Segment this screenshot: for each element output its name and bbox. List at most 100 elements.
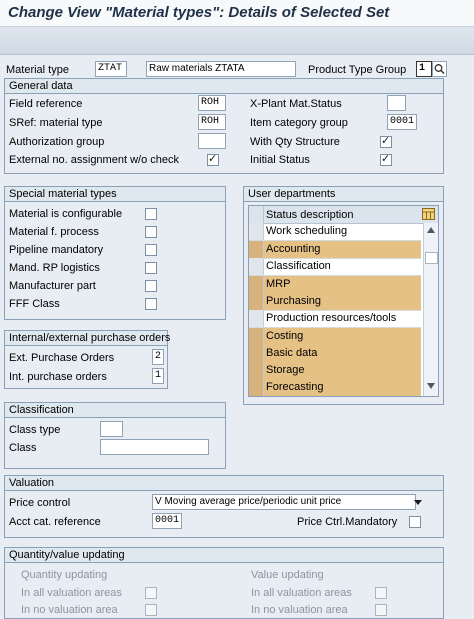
- chevron-down-icon[interactable]: [412, 495, 424, 509]
- table-row[interactable]: Costing: [249, 328, 421, 346]
- material-f-process-checkbox[interactable]: [145, 226, 157, 238]
- class-type-label: Class type: [9, 424, 61, 436]
- row-label: MRP: [266, 278, 291, 290]
- scroll-up-icon[interactable]: [426, 225, 436, 237]
- window-title: Change View "Material types": Details of…: [8, 4, 390, 21]
- special-item-label: Manufacturer part: [9, 280, 96, 292]
- price-ctrl-mandatory-label: Price Ctrl.Mandatory: [297, 516, 398, 528]
- title-bar: Change View "Material types": Details of…: [0, 0, 474, 27]
- authorization-group-label: Authorization group: [9, 136, 105, 148]
- field-reference-input[interactable]: ROH: [198, 95, 226, 111]
- qty-no-area-checkbox[interactable]: [145, 604, 157, 616]
- table-row[interactable]: Basic data: [249, 345, 421, 363]
- row-selector[interactable]: [249, 310, 264, 327]
- initial-status-checkbox[interactable]: [380, 152, 392, 166]
- ext-purchase-orders-input[interactable]: 2: [152, 349, 164, 365]
- price-control-select[interactable]: V Moving average price/periodic unit pri…: [152, 494, 416, 510]
- table-row[interactable]: Storage: [249, 362, 421, 380]
- select-all-cell[interactable]: [249, 206, 264, 223]
- price-ctrl-mandatory-checkbox[interactable]: [409, 516, 421, 528]
- row-label: Classification: [266, 260, 331, 272]
- class-input[interactable]: [100, 439, 209, 455]
- manufacturer-part-checkbox[interactable]: [145, 280, 157, 292]
- table-row[interactable]: MRP: [249, 276, 421, 294]
- magnifier-icon[interactable]: [432, 61, 447, 77]
- table-header: Status description: [249, 206, 438, 224]
- xplant-mat-status-input[interactable]: [387, 95, 406, 111]
- table-row[interactable]: Work scheduling: [249, 223, 421, 241]
- row-label: Work scheduling: [266, 225, 348, 237]
- qty-no-area-label: In no valuation area: [21, 604, 118, 616]
- acct-cat-reference-input[interactable]: 0001: [152, 513, 182, 529]
- item-category-group-input[interactable]: 0001: [387, 114, 417, 130]
- row-label: Costing: [266, 330, 304, 342]
- class-label: Class: [9, 442, 37, 454]
- table-row[interactable]: Production resources/tools: [249, 310, 421, 328]
- item-category-group-label: Item category group: [250, 117, 348, 129]
- material-type-label: Material type: [6, 64, 69, 76]
- classification-heading: Classification: [5, 403, 225, 418]
- value-all-areas-label: In all valuation areas: [251, 587, 352, 599]
- status-description-header[interactable]: Status description: [266, 208, 353, 222]
- class-type-input[interactable]: [100, 421, 123, 437]
- authorization-group-input[interactable]: [198, 133, 226, 149]
- scroll-down-icon[interactable]: [426, 381, 436, 393]
- qty-all-areas-checkbox[interactable]: [145, 587, 157, 599]
- table-row[interactable]: Classification: [249, 258, 421, 276]
- special-item-label: FFF Class: [9, 298, 60, 310]
- pipeline-mandatory-checkbox[interactable]: [145, 244, 157, 256]
- row-selector[interactable]: [249, 241, 264, 258]
- row-label: Forecasting: [266, 381, 324, 393]
- row-selector[interactable]: [249, 379, 264, 396]
- sref-material-type-input[interactable]: ROH: [198, 114, 226, 130]
- product-type-group-input[interactable]: 1: [416, 61, 432, 77]
- external-no-assignment-checkbox[interactable]: [207, 152, 219, 166]
- material-type-description-input[interactable]: Raw materials ZTATA: [146, 61, 296, 77]
- table-row[interactable]: Purchasing: [249, 293, 421, 311]
- initial-status-label: Initial Status: [250, 154, 310, 166]
- table-settings-icon[interactable]: [422, 208, 435, 220]
- row-selector[interactable]: [249, 362, 264, 379]
- xplant-mat-status-label: X-Plant Mat.Status: [250, 98, 342, 110]
- purchase-orders-heading: Internal/external purchase orders: [5, 331, 170, 346]
- row-label: Basic data: [266, 347, 318, 359]
- external-no-assignment-label: External no. assignment w/o check: [9, 154, 179, 166]
- product-type-group-label: Product Type Group: [308, 64, 407, 76]
- row-label: Production resources/tools: [266, 312, 397, 324]
- row-selector[interactable]: [249, 328, 264, 345]
- row-label: Accounting: [266, 243, 321, 255]
- value-no-area-checkbox[interactable]: [375, 604, 387, 616]
- mand-rp-logistics-checkbox[interactable]: [145, 262, 157, 274]
- row-selector[interactable]: [249, 223, 264, 240]
- ext-purchase-orders-label: Ext. Purchase Orders: [9, 352, 115, 364]
- user-departments-heading: User departments: [244, 187, 443, 202]
- row-selector[interactable]: [249, 345, 264, 362]
- special-item-label: Mand. RP logistics: [9, 262, 100, 274]
- int-purchase-orders-label: Int. purchase orders: [9, 371, 107, 383]
- row-selector[interactable]: [249, 258, 264, 275]
- value-no-area-label: In no valuation area: [251, 604, 348, 616]
- acct-cat-reference-label: Acct cat. reference: [9, 516, 101, 528]
- material-configurable-checkbox[interactable]: [145, 208, 157, 220]
- row-selector[interactable]: [249, 276, 264, 293]
- table-row[interactable]: Accounting: [249, 241, 421, 259]
- int-purchase-orders-input[interactable]: 1: [152, 368, 164, 384]
- with-qty-structure-label: With Qty Structure: [250, 136, 340, 148]
- price-control-label: Price control: [9, 497, 71, 509]
- fff-class-checkbox[interactable]: [145, 298, 157, 310]
- with-qty-structure-checkbox[interactable]: [380, 134, 392, 148]
- special-item-label: Material is configurable: [9, 208, 123, 220]
- material-type-input[interactable]: ZTAT: [95, 61, 127, 77]
- row-label: Storage: [266, 364, 305, 376]
- special-item-label: Pipeline mandatory: [9, 244, 104, 256]
- value-all-areas-checkbox[interactable]: [375, 587, 387, 599]
- row-label: Purchasing: [266, 295, 322, 307]
- valuation-heading: Valuation: [5, 476, 443, 491]
- general-data-heading: General data: [5, 79, 443, 94]
- special-material-types-heading: Special material types: [5, 187, 225, 202]
- row-selector[interactable]: [249, 293, 264, 310]
- quantity-updating-label: Quantity updating: [21, 569, 108, 581]
- scroll-thumb[interactable]: [425, 252, 438, 264]
- table-scrollbar[interactable]: [423, 223, 438, 396]
- table-row[interactable]: Forecasting: [249, 379, 421, 396]
